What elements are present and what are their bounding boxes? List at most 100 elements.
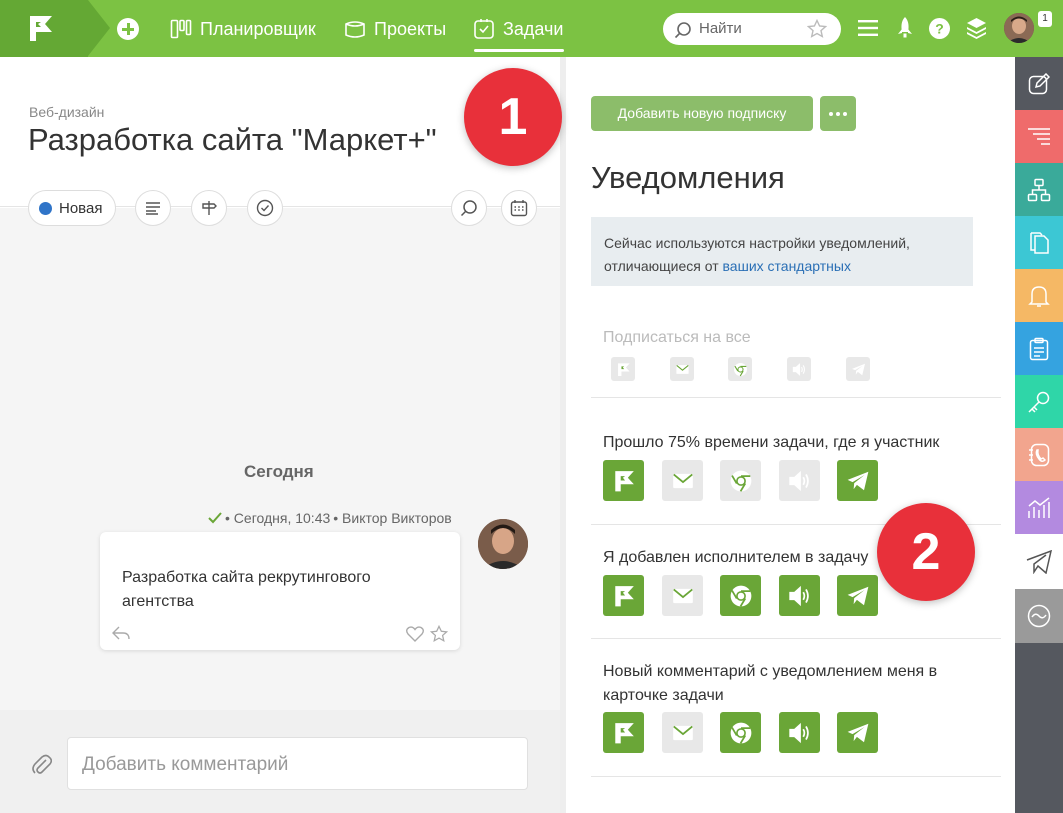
menu-icon[interactable] xyxy=(858,19,878,37)
attach-icon[interactable] xyxy=(32,753,52,777)
sidebar-structure[interactable] xyxy=(1015,163,1063,216)
add-new-button[interactable] xyxy=(117,18,139,40)
notifications-title: Уведомления xyxy=(591,160,785,195)
sidebar-files[interactable] xyxy=(1015,216,1063,269)
sidebar-list[interactable] xyxy=(1015,110,1063,163)
subscribe-all-flag-toggle[interactable] xyxy=(611,357,635,381)
mail-icon xyxy=(672,725,693,740)
comment-card: Разработка сайта рекрутингового агентств… xyxy=(100,532,460,650)
task-category[interactable]: Веб-дизайн xyxy=(29,104,104,120)
nav-projects-label: Проекты xyxy=(374,19,447,39)
calendar-button[interactable] xyxy=(501,190,537,226)
comment-author[interactable]: • Виктор Викторов xyxy=(333,510,451,526)
mail-icon xyxy=(675,364,689,374)
comment-input[interactable]: Добавить комментарий xyxy=(67,737,528,790)
clipboard-icon xyxy=(1029,337,1049,360)
mail-channel-toggle[interactable] xyxy=(662,460,703,501)
sound-channel-toggle[interactable] xyxy=(779,712,820,753)
telegram-icon xyxy=(847,471,868,490)
calendar-icon xyxy=(510,200,528,217)
sidebar-integrations[interactable] xyxy=(1015,589,1063,643)
user-avatar[interactable] xyxy=(1004,13,1034,43)
notification-row-label: Прошло 75% времени задачи, где я участни… xyxy=(603,434,940,451)
layers-icon[interactable] xyxy=(966,17,987,39)
step-marker-2: 2 xyxy=(877,503,975,601)
sidebar-reminders[interactable] xyxy=(1015,269,1063,322)
subscribe-all-label: Подписаться на все xyxy=(603,329,751,346)
planner-icon xyxy=(170,19,192,39)
flag-channel-toggle[interactable] xyxy=(603,712,644,753)
sound-icon xyxy=(788,722,809,743)
search-feed-button[interactable] xyxy=(451,190,487,226)
sidebar-contacts[interactable] xyxy=(1015,428,1063,481)
description-button[interactable] xyxy=(135,190,171,226)
subscribe-all-chrome-toggle[interactable] xyxy=(728,357,752,381)
flag-channel-toggle[interactable] xyxy=(603,460,644,501)
comment-text: Разработка сайта рекрутингового агентств… xyxy=(122,569,371,610)
tasks-icon xyxy=(474,19,494,39)
checklist-button[interactable] xyxy=(247,190,283,226)
telegram-channel-toggle[interactable] xyxy=(837,460,878,501)
flag-icon xyxy=(614,585,634,606)
favorite-star-icon[interactable] xyxy=(807,19,827,39)
telegram-icon xyxy=(847,586,868,605)
standard-settings-link[interactable]: ваших стандартных xyxy=(723,258,851,274)
nav-planner-label: Планировщик xyxy=(200,19,316,39)
nav-tasks[interactable]: Задачи xyxy=(473,16,563,42)
files-icon xyxy=(1030,231,1049,254)
comment-time: • Сегодня, 10:43 xyxy=(225,510,331,526)
row-separator xyxy=(591,397,1001,398)
help-icon[interactable]: ? xyxy=(929,18,950,39)
logo-block[interactable] xyxy=(0,0,88,57)
telegram-channel-toggle[interactable] xyxy=(837,712,878,753)
row-separator xyxy=(591,638,1001,639)
star-icon[interactable] xyxy=(430,625,448,643)
notification-badge: 1 xyxy=(1038,11,1052,27)
subscribe-all-mail-toggle[interactable] xyxy=(670,357,694,381)
projects-icon xyxy=(345,21,365,38)
comment-author-avatar[interactable] xyxy=(478,519,528,569)
sidebar-access[interactable] xyxy=(1015,375,1063,428)
chrome-icon xyxy=(730,585,751,607)
telegram-channel-toggle[interactable] xyxy=(837,575,878,616)
chrome-channel-toggle[interactable] xyxy=(720,575,761,616)
flag-icon xyxy=(614,722,634,743)
structure-button[interactable] xyxy=(191,190,227,226)
telegram-icon xyxy=(847,723,868,742)
add-subscription-button[interactable]: Добавить новую подписку xyxy=(591,96,813,131)
search-icon xyxy=(460,200,477,217)
flag-icon xyxy=(614,470,634,491)
mail-channel-toggle[interactable] xyxy=(662,712,703,753)
subscribe-all-sound-toggle[interactable] xyxy=(787,357,811,381)
chrome-channel-toggle[interactable] xyxy=(720,712,761,753)
sound-channel-toggle[interactable] xyxy=(779,575,820,616)
heart-icon[interactable] xyxy=(406,626,424,642)
sidebar-edit[interactable] xyxy=(1015,57,1063,110)
nav-planner[interactable]: Планировщик xyxy=(170,16,316,42)
search-placeholder: Найти xyxy=(699,20,742,37)
rocket-icon[interactable] xyxy=(897,17,913,39)
sound-channel-toggle[interactable] xyxy=(779,460,820,501)
chrome-icon xyxy=(733,362,747,376)
sidebar-subscriptions[interactable] xyxy=(1015,534,1063,589)
task-title[interactable]: Разработка сайта "Маркет+" xyxy=(28,122,437,158)
nav-projects[interactable]: Проекты xyxy=(344,16,446,42)
more-options-button[interactable] xyxy=(820,96,856,131)
mail-channel-toggle[interactable] xyxy=(662,575,703,616)
status-button[interactable]: Новая xyxy=(28,190,116,226)
reply-icon[interactable] xyxy=(112,626,130,640)
phone-book-icon xyxy=(1029,443,1050,466)
check-icon xyxy=(208,512,222,524)
step-marker-1: 1 xyxy=(464,68,562,166)
sidebar-analytics[interactable] xyxy=(1015,481,1063,534)
signpost-icon xyxy=(202,201,217,215)
wave-circle-icon xyxy=(1027,604,1051,628)
sidebar-checklist[interactable] xyxy=(1015,322,1063,375)
notification-info-box: Сейчас используются настройки уведомлени… xyxy=(591,217,973,286)
comment-input-placeholder: Добавить комментарий xyxy=(82,754,289,775)
chrome-channel-toggle[interactable] xyxy=(720,460,761,501)
status-dot xyxy=(39,201,52,215)
subscribe-all-telegram-toggle[interactable] xyxy=(846,357,870,381)
search-box[interactable]: Найти xyxy=(663,13,841,45)
flag-channel-toggle[interactable] xyxy=(603,575,644,616)
